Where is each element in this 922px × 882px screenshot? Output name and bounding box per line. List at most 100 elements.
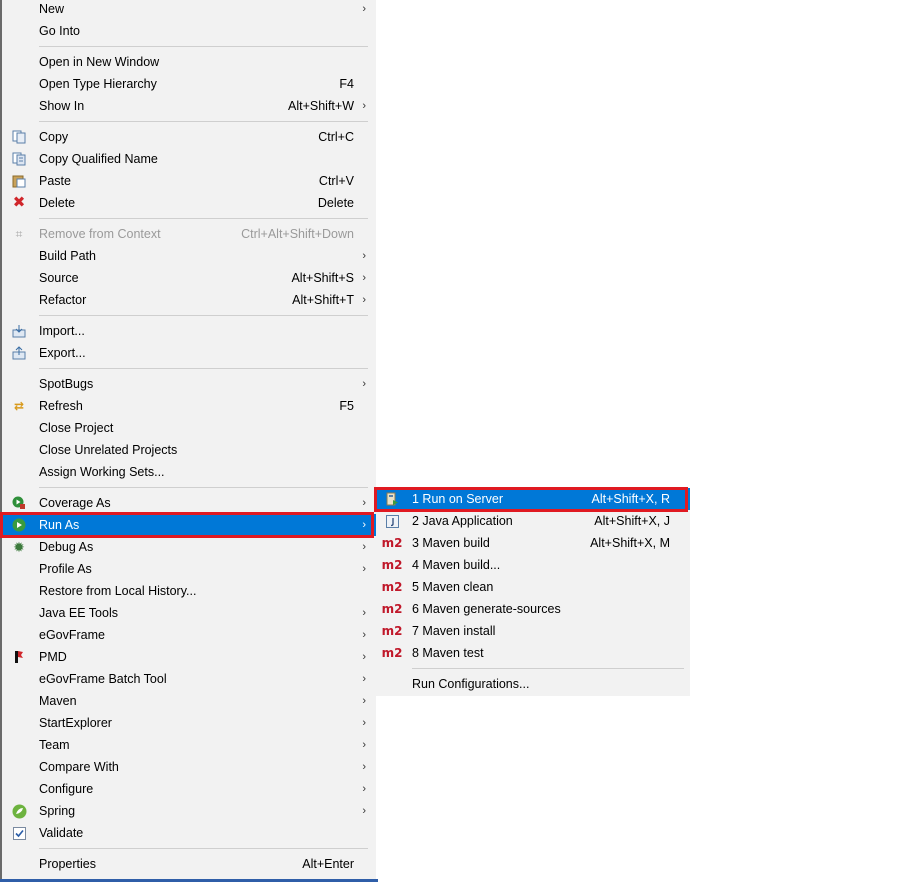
menu-item-export[interactable]: Export... — [2, 342, 376, 364]
submenu-arrow-icon: › — [362, 100, 366, 112]
menu-item-label: Spring — [39, 804, 76, 818]
menu-item-label: Export... — [39, 346, 86, 360]
menu-item-configure[interactable]: Configure › — [2, 778, 376, 800]
submenu-arrow-icon: › — [362, 629, 366, 641]
menu-item-restore-from-local-history[interactable]: Restore from Local History... — [2, 580, 376, 602]
menu-separator — [39, 46, 368, 47]
menu-item-shortcut: Alt+Shift+T — [292, 293, 354, 307]
menu-item-debug-as[interactable]: ✹ Debug As › — [2, 536, 376, 558]
run-icon — [11, 517, 27, 533]
menu-item-shortcut: F5 — [339, 399, 354, 413]
maven-icon: m2 — [381, 558, 403, 572]
java-app-icon — [384, 513, 400, 529]
submenu-item-maven-generate-sources[interactable]: m2 6 Maven generate-sources — [376, 598, 690, 620]
menu-item-delete[interactable]: ✖ Delete Delete — [2, 192, 376, 214]
menu-item-label: Java EE Tools — [39, 606, 118, 620]
menu-item-source[interactable]: Source Alt+Shift+S › — [2, 267, 376, 289]
menu-item-egovframe-batch-tool[interactable]: eGovFrame Batch Tool › — [2, 668, 376, 690]
menu-item-open-type-hierarchy[interactable]: Open Type Hierarchy F4 — [2, 73, 376, 95]
menu-item-java-ee-tools[interactable]: Java EE Tools › — [2, 602, 376, 624]
submenu-arrow-icon: › — [362, 673, 366, 685]
delete-icon: ✖ — [12, 194, 26, 211]
submenu-item-maven-test[interactable]: m2 8 Maven test — [376, 642, 690, 664]
maven-icon: m2 — [381, 646, 403, 660]
menu-item-egovframe[interactable]: eGovFrame › — [2, 624, 376, 646]
menu-item-refactor[interactable]: Refactor Alt+Shift+T › — [2, 289, 376, 311]
menu-item-label: PMD — [39, 650, 67, 664]
menu-item-label: Assign Working Sets... — [39, 465, 165, 479]
copy-qualified-icon — [11, 151, 27, 167]
menu-item-copy[interactable]: Copy Ctrl+C — [2, 126, 376, 148]
menu-item-label: Profile As — [39, 562, 92, 576]
menu-item-label: New — [39, 2, 65, 16]
menu-item-build-path[interactable]: Build Path › — [2, 245, 376, 267]
menu-item-label: eGovFrame Batch Tool — [39, 672, 167, 686]
menu-item-paste[interactable]: Paste Ctrl+V — [2, 170, 376, 192]
submenu-arrow-icon: › — [362, 272, 366, 284]
menu-item-properties[interactable]: Properties Alt+Enter — [2, 853, 376, 875]
menu-item-shortcut: Ctrl+Alt+Shift+Down — [241, 227, 354, 241]
menu-item-shortcut: Ctrl+V — [318, 174, 354, 188]
menu-item-shortcut: Alt+Shift+X, M — [590, 536, 670, 550]
submenu-item-run-on-server[interactable]: 1 Run on Server Alt+Shift+X, R — [376, 488, 690, 510]
menu-item-spring[interactable]: Spring › — [2, 800, 376, 822]
submenu-item-maven-install[interactable]: m2 7 Maven install — [376, 620, 690, 642]
menu-item-shortcut: Alt+Enter — [302, 857, 354, 871]
menu-item-label: Build Path — [39, 249, 96, 263]
submenu-arrow-icon: › — [362, 294, 366, 306]
maven-icon: m2 — [381, 602, 403, 616]
maven-icon: m2 — [381, 536, 403, 550]
menu-item-validate[interactable]: Validate — [2, 822, 376, 844]
validate-icon — [11, 825, 27, 841]
menu-item-label: Validate — [39, 826, 84, 840]
menu-item-open-new-window[interactable]: Open in New Window — [2, 51, 376, 73]
submenu-item-run-configurations[interactable]: Run Configurations... — [376, 673, 690, 695]
menu-item-label: Refresh — [39, 399, 83, 413]
pmd-icon — [11, 649, 27, 665]
run-as-submenu: 1 Run on Server Alt+Shift+X, R 2 Java Ap… — [376, 488, 690, 696]
menu-item-run-as[interactable]: Run As › — [2, 514, 376, 536]
menu-item-pmd[interactable]: PMD › — [2, 646, 376, 668]
menu-item-close-project[interactable]: Close Project — [2, 417, 376, 439]
menu-item-shortcut: Ctrl+C — [318, 130, 354, 144]
menu-item-close-unrelated-projects[interactable]: Close Unrelated Projects — [2, 439, 376, 461]
menu-item-shortcut: Delete — [317, 196, 354, 210]
menu-item-label: Copy Qualified Name — [39, 152, 158, 166]
copy-icon — [11, 129, 27, 145]
menu-item-team[interactable]: Team › — [2, 734, 376, 756]
submenu-arrow-icon: › — [362, 519, 366, 531]
maven-icon: m2 — [381, 624, 403, 638]
menu-item-startexplorer[interactable]: StartExplorer › — [2, 712, 376, 734]
menu-item-new[interactable]: New › — [2, 0, 376, 20]
menu-item-label: StartExplorer — [39, 716, 112, 730]
menu-item-profile-as[interactable]: Profile As › — [2, 558, 376, 580]
submenu-item-maven-clean[interactable]: m2 5 Maven clean — [376, 576, 690, 598]
menu-item-label: Show In — [39, 99, 85, 113]
menu-item-shortcut: Alt+Shift+X, J — [594, 514, 670, 528]
menu-item-go-into[interactable]: Go Into — [2, 20, 376, 42]
menu-item-label: Maven — [39, 694, 77, 708]
submenu-item-maven-build-dots[interactable]: m2 4 Maven build... — [376, 554, 690, 576]
menu-separator — [39, 315, 368, 316]
menu-item-label: SpotBugs — [39, 377, 94, 391]
menu-separator — [39, 218, 368, 219]
menu-item-shortcut: F4 — [339, 77, 354, 91]
menu-item-refresh[interactable]: ⇄ Refresh F5 — [2, 395, 376, 417]
submenu-item-java-application[interactable]: 2 Java Application Alt+Shift+X, J — [376, 510, 690, 532]
menu-item-label: Go Into — [39, 24, 80, 38]
menu-item-label: Coverage As — [39, 496, 111, 510]
export-icon — [11, 345, 27, 361]
menu-item-spotbugs[interactable]: SpotBugs › — [2, 373, 376, 395]
menu-item-copy-qualified-name[interactable]: Copy Qualified Name — [2, 148, 376, 170]
submenu-item-maven-build[interactable]: m2 3 Maven build Alt+Shift+X, M — [376, 532, 690, 554]
menu-item-show-in[interactable]: Show In Alt+Shift+W › — [2, 95, 376, 117]
menu-item-label: 4 Maven build... — [412, 558, 501, 572]
menu-item-compare-with[interactable]: Compare With › — [2, 756, 376, 778]
menu-item-coverage-as[interactable]: Coverage As › — [2, 492, 376, 514]
submenu-arrow-icon: › — [362, 739, 366, 751]
menu-item-assign-working-sets[interactable]: Assign Working Sets... — [2, 461, 376, 483]
submenu-arrow-icon: › — [362, 805, 366, 817]
menu-item-maven[interactable]: Maven › — [2, 690, 376, 712]
menu-item-import[interactable]: Import... — [2, 320, 376, 342]
menu-item-label: Run Configurations... — [412, 677, 530, 691]
